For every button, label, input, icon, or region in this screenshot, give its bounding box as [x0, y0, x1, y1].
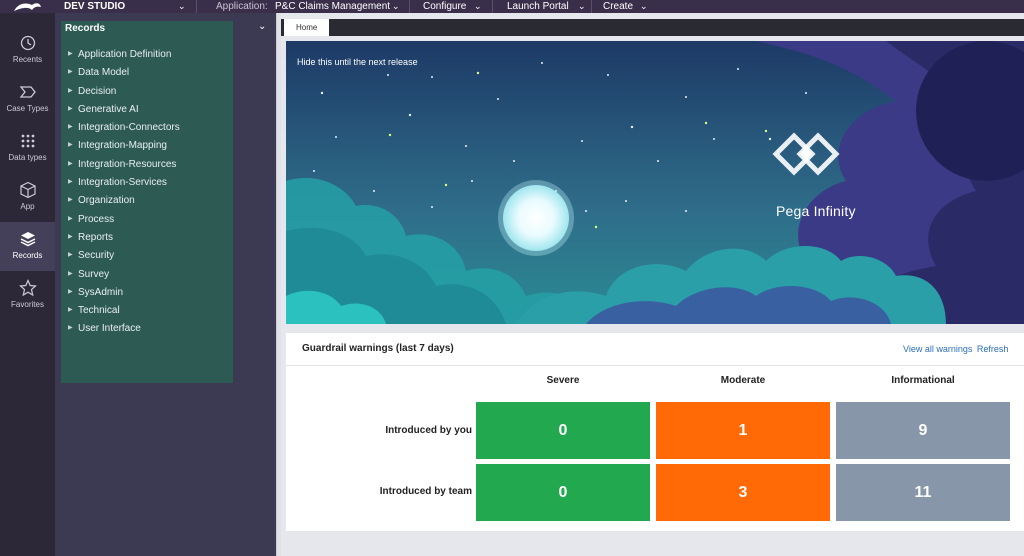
rail-label: Records	[12, 251, 43, 260]
records-category-item[interactable]: ▶ Integration-Services	[68, 173, 180, 191]
rail-label: Recents	[12, 55, 43, 64]
column-header-moderate: Moderate	[720, 375, 766, 386]
records-tree: Records ▶ Application Definition ▶ Data Mo…	[61, 21, 233, 383]
caret-right-icon: ▶	[68, 51, 73, 57]
chevron-down-icon[interactable]: ⌄	[258, 21, 266, 32]
cube-icon	[19, 181, 36, 199]
records-category-item[interactable]: ▶ Technical	[68, 301, 180, 319]
caret-right-icon: ▶	[68, 215, 73, 222]
records-category-item[interactable]: ▶ User Interface	[68, 319, 180, 337]
release-banner: Hide this until the next release Pega In…	[286, 41, 1024, 324]
divider	[591, 0, 592, 13]
severe-you-cell[interactable]: 0	[476, 402, 650, 459]
home-workspace: Hide this until the next release Pega In…	[281, 36, 1024, 556]
workspace-tab-bar: Home	[281, 19, 1024, 36]
rail-item-records[interactable]: Records	[0, 222, 55, 271]
caret-right-icon: ▶	[68, 160, 73, 167]
chevron-down-icon[interactable]: ⌄	[178, 0, 186, 13]
severe-team-cell[interactable]: 0	[476, 464, 650, 521]
chevron-down-icon[interactable]: ⌄	[474, 0, 482, 13]
informational-you-cell[interactable]: 9	[836, 402, 1010, 459]
launch-portal-menu[interactable]: Launch Portal	[507, 0, 569, 13]
records-category-item[interactable]: ▶ Survey	[68, 265, 180, 283]
caret-right-icon: ▶	[68, 252, 73, 259]
moderate-team-cell[interactable]: 3	[656, 464, 830, 521]
row-label-team: Introduced by team	[379, 486, 472, 497]
caret-right-icon: ▶	[68, 288, 73, 295]
row-label-you: Introduced by you	[385, 425, 472, 436]
caret-right-icon: ▶	[68, 87, 73, 94]
rail-item-recents[interactable]: Recents	[0, 26, 55, 75]
chevron-down-icon[interactable]: ⌄	[578, 0, 586, 13]
caret-right-icon: ▶	[68, 233, 73, 240]
caret-right-icon: ▶	[68, 270, 73, 277]
records-category-item[interactable]: ▶ Generative AI	[68, 100, 180, 118]
layers-icon	[20, 232, 35, 247]
left-nav-rail: Recents Case Types Data types App Record…	[0, 13, 55, 556]
guardrail-warnings-card: Guardrail warnings (last 7 days) View al…	[286, 333, 1024, 531]
caret-right-icon: ▶	[68, 142, 73, 149]
informational-team-cell[interactable]: 11	[836, 464, 1010, 521]
rail-item-data-types[interactable]: Data types	[0, 124, 55, 173]
divider	[196, 0, 197, 13]
caret-right-icon: ▶	[68, 325, 73, 332]
history-icon	[20, 35, 35, 51]
caret-right-icon: ▶	[68, 69, 73, 76]
divider	[492, 0, 493, 13]
records-title: Records	[65, 23, 106, 34]
brand-wordmark: Pega Infinity	[776, 203, 856, 219]
records-category-item[interactable]: ▶ Integration-Mapping	[68, 136, 180, 154]
records-category-item[interactable]: ▶ Data Model	[68, 63, 180, 81]
records-category-item[interactable]: ▶ SysAdmin	[68, 283, 180, 301]
records-explorer-panel: ⌄ Records ▶ Application Definition ▶ Data …	[55, 13, 276, 556]
application-name-menu[interactable]: P&C Claims Management	[275, 0, 390, 13]
night-sky-illustration	[286, 41, 1024, 324]
rail-item-case-types[interactable]: Case Types	[0, 75, 55, 124]
rail-item-app[interactable]: App	[0, 173, 55, 222]
chevron-down-icon[interactable]: ⌄	[640, 0, 648, 13]
rail-item-favorites[interactable]: Favorites	[0, 271, 55, 320]
column-header-severe: Severe	[546, 375, 580, 386]
caret-right-icon: ▶	[68, 124, 73, 131]
records-category-item[interactable]: ▶ Decision	[68, 82, 180, 100]
divider	[286, 365, 1024, 366]
rail-label: Case Types	[6, 104, 49, 113]
application-label: Application:	[216, 1, 268, 12]
rail-label: App	[20, 202, 35, 211]
studio-switcher-label[interactable]: DEV STUDIO	[64, 0, 125, 13]
records-category-item[interactable]: ▶ Integration-Resources	[68, 155, 180, 173]
hide-until-release-link[interactable]: Hide this until the next release	[297, 57, 418, 67]
tab-home[interactable]: Home	[284, 19, 330, 36]
card-links: View all warnings Refresh	[901, 344, 1008, 354]
caret-right-icon: ▶	[68, 197, 73, 204]
top-header: DEV STUDIO ⌄ Application: P&C Claims Man…	[0, 0, 1024, 13]
records-category-item[interactable]: ▶ Integration-Connectors	[68, 118, 180, 136]
case-types-icon	[19, 86, 36, 98]
caret-right-icon: ▶	[68, 307, 73, 314]
records-category-list: ▶ Application Definition ▶ Data Model ▶ Dec…	[68, 45, 180, 338]
rail-label: Data types	[8, 153, 47, 162]
column-header-informational: Informational	[891, 375, 955, 386]
refresh-link[interactable]: Refresh	[977, 344, 1009, 354]
rail-label: Favorites	[11, 300, 44, 309]
records-category-item[interactable]: ▶ Application Definition	[68, 45, 180, 63]
records-category-item[interactable]: ▶ Security	[68, 246, 180, 264]
records-category-item[interactable]: ▶ Process	[68, 210, 180, 228]
caret-right-icon: ▶	[68, 179, 73, 186]
divider	[409, 0, 410, 13]
star-icon	[18, 279, 37, 297]
create-menu[interactable]: Create	[603, 0, 633, 13]
records-category-item[interactable]: ▶ Reports	[68, 228, 180, 246]
card-title: Guardrail warnings (last 7 days)	[302, 343, 454, 354]
caret-right-icon: ▶	[68, 105, 73, 112]
chevron-down-icon[interactable]: ⌄	[392, 0, 400, 13]
moderate-you-cell[interactable]: 1	[656, 402, 830, 459]
view-all-warnings-link[interactable]: View all warnings	[903, 344, 972, 354]
data-types-icon	[21, 134, 34, 148]
pega-logo-icon[interactable]	[12, 1, 42, 12]
records-category-item[interactable]: ▶ Organization	[68, 191, 180, 209]
configure-menu[interactable]: Configure	[423, 0, 466, 13]
